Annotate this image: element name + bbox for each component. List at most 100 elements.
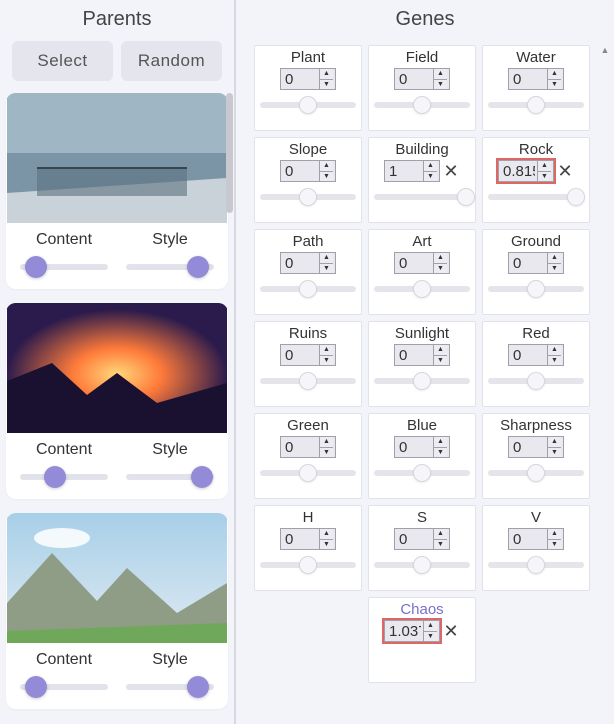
gene-spinner[interactable]: ▲ ▼ [394,68,450,90]
gene-value-input[interactable] [499,161,537,181]
spinner-up-icon[interactable]: ▲ [320,161,333,172]
spinner-down-icon[interactable]: ▼ [320,80,333,90]
spinner-down-icon[interactable]: ▼ [424,632,437,642]
gene-slider[interactable] [374,280,470,298]
gene-value-input[interactable] [281,437,319,457]
spinner-up-icon[interactable]: ▲ [434,437,447,448]
gene-value-input[interactable] [509,345,547,365]
gene-slider[interactable] [374,556,470,574]
content-slider[interactable] [20,677,108,697]
spinner-up-icon[interactable]: ▲ [548,69,561,80]
gene-spinner[interactable]: ▲ ▼ [280,252,336,274]
gene-spinner[interactable]: ▲ ▼ [508,344,564,366]
gene-spinner[interactable]: ▲ ▼ [394,344,450,366]
gene-value-input[interactable] [395,69,433,89]
gene-slider[interactable] [374,372,470,390]
spinner-up-icon[interactable]: ▲ [320,253,333,264]
spinner-down-icon[interactable]: ▼ [434,356,447,366]
gene-spinner[interactable]: ▲ ▼ [498,160,554,182]
spinner-up-icon[interactable]: ▲ [538,161,551,172]
spinner-down-icon[interactable]: ▼ [548,540,561,550]
gene-spinner[interactable]: ▲ ▼ [394,436,450,458]
remove-gene-icon[interactable]: ✕ [556,161,574,182]
spinner-down-icon[interactable]: ▼ [424,172,437,182]
spinner-down-icon[interactable]: ▼ [320,172,333,182]
gene-spinner[interactable]: ▲ ▼ [508,68,564,90]
gene-value-input[interactable] [509,69,547,89]
spinner-up-icon[interactable]: ▲ [434,345,447,356]
spinner-up-icon[interactable]: ▲ [548,529,561,540]
gene-spinner[interactable]: ▲ ▼ [280,344,336,366]
spinner-up-icon[interactable]: ▲ [548,253,561,264]
spinner-up-icon[interactable]: ▲ [434,69,447,80]
spinner-up-icon[interactable]: ▲ [434,253,447,264]
spinner-down-icon[interactable]: ▼ [548,264,561,274]
spinner-down-icon[interactable]: ▼ [548,448,561,458]
remove-gene-icon[interactable]: ✕ [442,161,460,182]
gene-spinner[interactable]: ▲ ▼ [384,160,440,182]
gene-slider[interactable] [374,188,470,206]
spinner-down-icon[interactable]: ▼ [320,448,333,458]
spinner-down-icon[interactable]: ▼ [320,540,333,550]
spinner-up-icon[interactable]: ▲ [424,621,437,632]
gene-value-input[interactable] [385,621,423,641]
parents-scrollbar[interactable] [224,93,234,724]
gene-spinner[interactable]: ▲ ▼ [280,160,336,182]
gene-spinner[interactable]: ▲ ▼ [508,528,564,550]
gene-slider[interactable] [260,372,356,390]
parent-image[interactable] [6,93,228,223]
gene-value-input[interactable] [395,253,433,273]
gene-spinner[interactable]: ▲ ▼ [508,436,564,458]
scroll-up-icon[interactable]: ▲ [600,45,610,55]
gene-spinner[interactable]: ▲ ▼ [280,68,336,90]
gene-value-input[interactable] [395,345,433,365]
spinner-down-icon[interactable]: ▼ [434,80,447,90]
style-slider[interactable] [126,677,214,697]
gene-slider[interactable] [488,96,584,114]
gene-slider[interactable] [260,464,356,482]
spinner-up-icon[interactable]: ▲ [320,529,333,540]
gene-slider[interactable] [260,96,356,114]
genes-scrollbar[interactable]: ▲ [600,45,610,724]
parent-image[interactable] [6,303,228,433]
gene-spinner[interactable]: ▲ ▼ [508,252,564,274]
gene-spinner[interactable]: ▲ ▼ [280,528,336,550]
gene-slider[interactable] [488,280,584,298]
gene-value-input[interactable] [395,437,433,457]
gene-spinner[interactable]: ▲ ▼ [280,436,336,458]
spinner-down-icon[interactable]: ▼ [548,356,561,366]
gene-value-input[interactable] [281,69,319,89]
gene-value-input[interactable] [509,437,547,457]
gene-value-input[interactable] [395,529,433,549]
gene-slider[interactable] [488,372,584,390]
select-button[interactable]: Select [12,41,113,81]
gene-value-input[interactable] [509,253,547,273]
spinner-up-icon[interactable]: ▲ [434,529,447,540]
spinner-down-icon[interactable]: ▼ [434,264,447,274]
gene-slider[interactable] [488,188,584,206]
gene-spinner[interactable]: ▲ ▼ [384,620,440,642]
gene-slider[interactable] [260,188,356,206]
content-slider[interactable] [20,257,108,277]
spinner-down-icon[interactable]: ▼ [434,540,447,550]
spinner-down-icon[interactable]: ▼ [320,356,333,366]
spinner-up-icon[interactable]: ▲ [320,437,333,448]
spinner-up-icon[interactable]: ▲ [548,345,561,356]
gene-spinner[interactable]: ▲ ▼ [394,252,450,274]
style-slider[interactable] [126,257,214,277]
gene-spinner[interactable]: ▲ ▼ [394,528,450,550]
spinner-up-icon[interactable]: ▲ [548,437,561,448]
gene-value-input[interactable] [509,529,547,549]
gene-value-input[interactable] [281,529,319,549]
style-slider[interactable] [126,467,214,487]
spinner-up-icon[interactable]: ▲ [320,345,333,356]
gene-slider[interactable] [260,280,356,298]
gene-slider[interactable] [488,556,584,574]
remove-gene-icon[interactable]: ✕ [442,621,460,642]
content-slider[interactable] [20,467,108,487]
gene-slider[interactable] [260,556,356,574]
parent-image[interactable] [6,513,228,643]
gene-slider[interactable] [374,464,470,482]
gene-value-input[interactable] [281,161,319,181]
gene-slider[interactable] [488,464,584,482]
